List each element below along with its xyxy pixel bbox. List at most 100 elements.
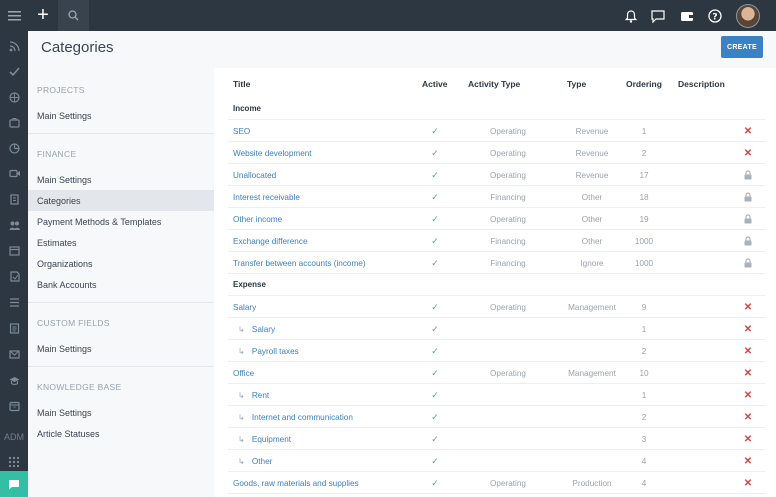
chart-icon[interactable] <box>0 138 28 158</box>
delete-icon[interactable]: ✕ <box>740 384 756 406</box>
category-title-link[interactable]: Office <box>233 362 254 384</box>
category-title-link[interactable]: Website development <box>233 142 312 164</box>
ordering-cell: 1000 <box>634 236 654 246</box>
check-icon: ✓ <box>431 125 439 136</box>
nav-item-main-settings[interactable]: Main Settings <box>28 338 214 359</box>
page-header: Categories CREATE <box>28 31 776 68</box>
graduation-icon[interactable] <box>0 370 28 390</box>
contract-icon[interactable] <box>0 266 28 286</box>
delete-icon[interactable]: ✕ <box>740 362 756 384</box>
document-icon[interactable] <box>0 318 28 338</box>
table-row: Transfer between accounts (income) ✓ Finan… <box>228 252 766 274</box>
delete-icon[interactable]: ✕ <box>740 428 756 450</box>
nav-item-bank-accounts[interactable]: Bank Accounts <box>28 274 214 295</box>
nav-divider <box>28 133 214 134</box>
rss-icon[interactable] <box>0 36 28 56</box>
category-title-link[interactable]: Interest receivable <box>233 186 300 208</box>
video-icon[interactable] <box>0 163 28 183</box>
delete-icon[interactable]: ✕ <box>740 296 756 318</box>
wallet-icon[interactable] <box>679 8 695 24</box>
bell-icon[interactable] <box>623 8 639 24</box>
header-active[interactable]: Active <box>422 79 448 89</box>
header-title[interactable]: Title <box>233 79 250 89</box>
child-arrow-icon: ↳ <box>238 391 245 400</box>
message-icon[interactable] <box>650 8 666 24</box>
users-icon[interactable] <box>0 215 28 235</box>
table-row: ↳ Rent ✓ 1 ✕ <box>228 384 766 406</box>
ordering-cell: 18 <box>639 192 649 202</box>
category-title-link[interactable]: ↳ Internet and communication <box>238 406 353 428</box>
check-icon: ✓ <box>431 213 439 224</box>
delete-icon[interactable]: ✕ <box>740 142 756 164</box>
top-bar: + ? <box>28 0 776 31</box>
category-title-link[interactable]: Salary <box>233 296 256 318</box>
nav-item-categories[interactable]: Categories <box>28 190 214 211</box>
activity-type-cell <box>472 340 544 362</box>
nav-group-heading: PROJECTS <box>37 85 85 95</box>
ordering-cell: 10 <box>639 368 649 378</box>
header-description[interactable]: Description <box>678 79 725 89</box>
check-icon[interactable] <box>0 61 28 81</box>
category-title-link[interactable]: ↳ Salary <box>238 318 275 340</box>
chat-icon[interactable] <box>0 471 28 497</box>
nav-item-payment-methods-templates[interactable]: Payment Methods & Templates <box>28 211 214 232</box>
category-title-link[interactable]: ↳ Other <box>238 450 272 472</box>
category-title-link[interactable]: Other income <box>233 208 282 230</box>
delete-icon[interactable]: ✕ <box>740 472 756 494</box>
delete-icon[interactable]: ✕ <box>740 406 756 428</box>
nav-item-estimates[interactable]: Estimates <box>28 232 214 253</box>
activity-type-cell: Operating <box>490 368 526 378</box>
nav-item-main-settings[interactable]: Main Settings <box>28 105 214 126</box>
category-title: Unallocated <box>233 170 277 180</box>
type-cell <box>558 450 626 472</box>
archive-icon[interactable] <box>0 396 28 416</box>
type-cell: Revenue <box>575 170 609 180</box>
nav-item-organizations[interactable]: Organizations <box>28 253 214 274</box>
category-title: Equipment <box>251 434 292 444</box>
category-title-link[interactable]: ↳ Rent <box>238 384 269 406</box>
category-title-link[interactable]: Unallocated <box>233 164 276 186</box>
menu-icon[interactable] <box>0 0 28 31</box>
nav-item-main-settings[interactable]: Main Settings <box>28 402 214 423</box>
mail-icon[interactable] <box>0 344 28 364</box>
delete-icon[interactable]: ✕ <box>740 120 756 142</box>
category-title-link[interactable]: Exchange difference <box>233 230 308 252</box>
type-cell: Ignore <box>580 258 604 268</box>
add-button[interactable]: + <box>28 0 58 31</box>
check-icon: ✓ <box>431 345 439 356</box>
briefcase-icon[interactable] <box>0 112 28 132</box>
header-type[interactable]: Type <box>567 79 586 89</box>
search-icon[interactable] <box>58 0 89 31</box>
nav-item-article-statuses[interactable]: Article Statuses <box>28 423 214 444</box>
nav-divider <box>28 366 214 367</box>
ordering-cell: 1 <box>641 390 647 400</box>
header-ordering[interactable]: Ordering <box>626 79 662 89</box>
ordering-cell: 19 <box>639 214 649 224</box>
help-icon[interactable]: ? <box>707 8 723 24</box>
category-title-link[interactable]: ↳ Equipment <box>238 428 291 450</box>
admin-label[interactable]: ADM <box>0 427 28 447</box>
ordering-cell: 1 <box>641 126 647 136</box>
calendar-icon[interactable] <box>0 240 28 260</box>
delete-icon[interactable]: ✕ <box>740 340 756 362</box>
category-title-link[interactable]: Goods, raw materials and supplies <box>233 472 359 494</box>
child-arrow-icon: ↳ <box>238 413 245 422</box>
activity-type-cell: Operating <box>490 170 526 180</box>
child-arrow-icon: ↳ <box>238 435 245 444</box>
table-row: Interest receivable ✓ Financing Other 18 <box>228 186 766 208</box>
lock-icon <box>740 230 756 252</box>
category-title-link[interactable]: ↳ Payroll taxes <box>238 340 299 362</box>
page-icon[interactable] <box>0 189 28 209</box>
category-title-link[interactable]: Transfer between accounts (income) <box>233 252 366 274</box>
type-cell: Production <box>572 478 612 488</box>
grid-icon[interactable] <box>0 452 28 472</box>
create-button[interactable]: CREATE <box>721 36 763 58</box>
category-title-link[interactable]: SEO <box>233 120 250 142</box>
delete-icon[interactable]: ✕ <box>740 450 756 472</box>
avatar[interactable] <box>736 4 760 28</box>
header-activity-type[interactable]: Activity Type <box>468 79 520 89</box>
nav-item-main-settings[interactable]: Main Settings <box>28 169 214 190</box>
delete-icon[interactable]: ✕ <box>740 318 756 340</box>
list-icon[interactable] <box>0 292 28 312</box>
globe-icon[interactable] <box>0 87 28 107</box>
